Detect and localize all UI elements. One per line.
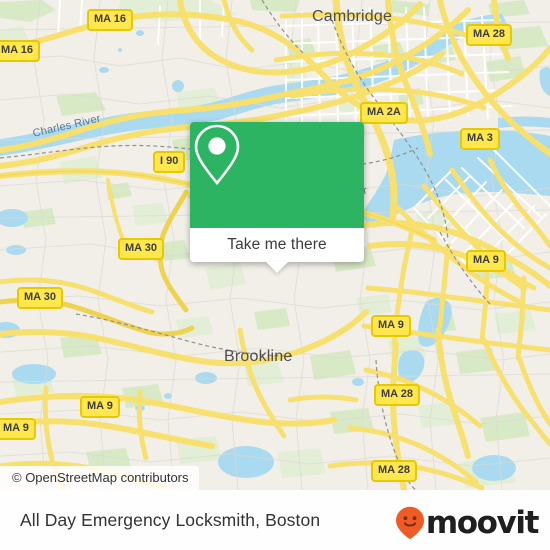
highway-shield: MA 16 xyxy=(87,9,133,31)
highway-shield: I 90 xyxy=(153,151,186,173)
map-screenshot: .w{fill:#aadaf0} .pk{fill:#d8e9c6} .pk2{… xyxy=(0,0,550,550)
footer-bar: All Day Emergency Locksmith, Boston moov… xyxy=(0,490,550,550)
callout-icon-area xyxy=(190,122,364,228)
moovit-logo[interactable]: moovit xyxy=(395,505,540,541)
osm-attribution[interactable]: © OpenStreetMap contributors xyxy=(0,466,199,490)
highway-shield: MA 9 xyxy=(466,250,506,272)
highway-shield: MA 28 xyxy=(466,24,512,46)
map-label-city: Brookline xyxy=(224,348,293,365)
take-me-there-label: Take me there xyxy=(227,236,327,253)
moovit-smiley-pin-icon xyxy=(395,506,424,540)
highway-shield: MA 28 xyxy=(371,460,417,482)
location-callout-card[interactable]: Take me there xyxy=(190,122,364,273)
highway-shield: MA 30 xyxy=(118,238,164,260)
map-pin-icon xyxy=(194,124,240,186)
callout-tail xyxy=(266,262,288,273)
highway-shield: MA 9 xyxy=(371,315,411,337)
highway-shield: MA 3 xyxy=(460,128,500,150)
map-canvas[interactable]: .w{fill:#aadaf0} .pk{fill:#d8e9c6} .pk2{… xyxy=(0,0,550,490)
highway-shield: MA 30 xyxy=(17,287,63,309)
page-title: All Day Emergency Locksmith, Boston xyxy=(20,509,321,530)
moovit-wordmark: moovit xyxy=(425,505,540,541)
highway-shield: MA 16 xyxy=(0,40,40,62)
highway-shield: MA 9 xyxy=(80,396,120,418)
highway-shield: MA 2A xyxy=(360,102,408,124)
map-label-city: Cambridge xyxy=(312,8,393,25)
highway-shield: MA 9 xyxy=(0,418,36,440)
highway-shield: MA 28 xyxy=(374,384,420,406)
take-me-there-button[interactable]: Take me there xyxy=(190,228,364,262)
